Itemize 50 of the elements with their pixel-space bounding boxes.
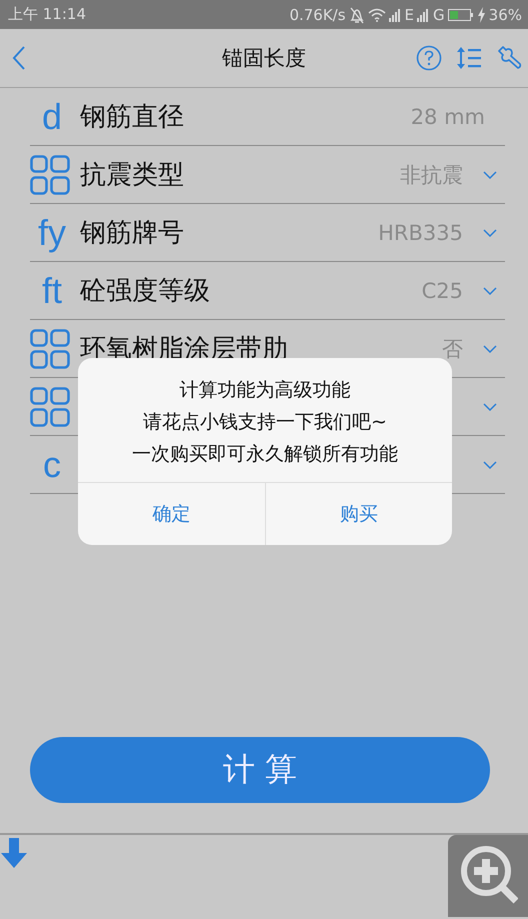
field-value: C25 [422, 278, 463, 302]
symbol-label: d [40, 96, 64, 138]
clock-time: 上午 11:14 [8, 5, 86, 24]
sort-list-button[interactable] [456, 46, 482, 70]
field-label: 钢筋直径 [80, 101, 184, 134]
signal-icon [388, 8, 402, 22]
symbol-label: ft [40, 270, 63, 312]
grid-icon [30, 154, 70, 194]
zoom-in-button[interactable] [448, 835, 528, 917]
chevron-down-icon [483, 170, 497, 178]
grid-icon [30, 328, 70, 368]
network-speed: 0.76K/s [289, 6, 346, 24]
network-type: G [433, 6, 445, 24]
battery-icon [448, 8, 474, 22]
field-label: 钢筋牌号 [80, 217, 184, 250]
chevron-down-icon [483, 460, 497, 468]
charging-icon [476, 6, 486, 22]
chevron-down-icon [483, 402, 497, 410]
field-value: HRB335 [378, 220, 463, 244]
select-row[interactable]: fy 钢筋牌号 HRB335 [30, 204, 505, 262]
settings-button[interactable] [496, 45, 522, 71]
dialog-button[interactable]: 确定 [78, 483, 264, 545]
signal-icon [417, 8, 430, 22]
chevron-down-icon [483, 286, 497, 294]
field-label: 砼强度等级 [80, 275, 210, 308]
back-button[interactable] [12, 45, 26, 71]
field-value: 否 [442, 336, 463, 362]
field-label: 抗震类型 [80, 159, 184, 192]
help-button[interactable] [416, 45, 442, 71]
down-arrow-icon [0, 838, 28, 869]
grid-icon [30, 386, 70, 426]
page-title: 锚固长度 [222, 45, 306, 72]
chevron-down-icon [483, 344, 497, 352]
dialog-message: 计算功能为高级功能 [180, 378, 350, 403]
dialog-message: 一次购买即可永久解锁所有功能 [132, 442, 398, 467]
battery-percent: 36% [488, 6, 522, 24]
symbol-label: fy [36, 212, 67, 254]
chevron-down-icon [483, 228, 497, 236]
field-value: 非抗震 [400, 162, 463, 188]
select-row[interactable]: 抗震类型 非抗震 [30, 146, 505, 204]
wifi-icon [368, 8, 386, 22]
select-row[interactable]: ft 砼强度等级 C25 [30, 262, 505, 320]
input-row[interactable]: d 钢筋直径 28 mm [30, 88, 505, 146]
network-type: E [404, 6, 414, 24]
muted-bell-icon [348, 6, 365, 24]
dialog-button[interactable]: 购买 [264, 483, 452, 545]
dialog-message: 请花点小钱支持一下我们吧~ [143, 410, 387, 435]
symbol-label: c [42, 444, 62, 486]
calculate-button[interactable]: 计 算 [30, 737, 490, 803]
field-value: 28 mm [410, 104, 485, 128]
